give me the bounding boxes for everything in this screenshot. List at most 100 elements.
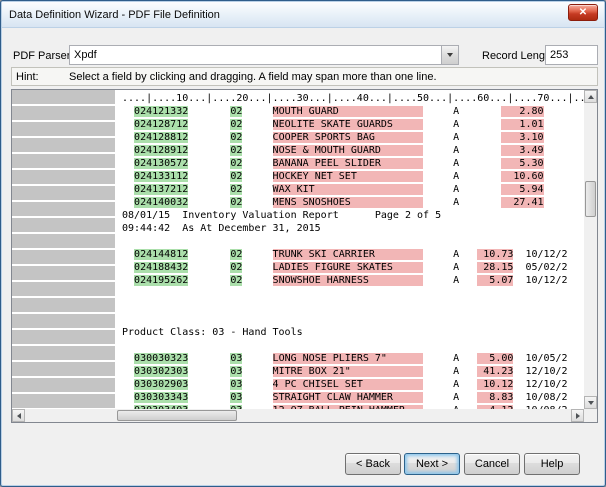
field-highlight-green[interactable]: 02 [230, 145, 242, 156]
preview-line: Product Class: 03 - Hand Tools [122, 326, 584, 339]
preview-lines: 024121332 02 MOUTH GUARD A 2.80 02412871… [122, 105, 584, 409]
close-icon: ✕ [579, 7, 587, 18]
vertical-scroll-track[interactable] [584, 103, 597, 396]
field-highlight-green[interactable]: 030303343 [134, 392, 188, 403]
close-button[interactable]: ✕ [568, 4, 598, 21]
field-highlight-pink[interactable]: 4 PC CHISEL SET [273, 379, 424, 390]
scrollbar-corner [584, 409, 597, 422]
field-highlight-pink[interactable]: HOCKEY NET SET [273, 171, 424, 182]
field-highlight-green[interactable]: 03 [230, 366, 242, 377]
pdf-parser-select[interactable]: Xpdf [69, 45, 459, 65]
vertical-scroll-thumb[interactable] [585, 181, 596, 217]
field-highlight-green[interactable]: 024128912 [134, 145, 188, 156]
field-highlight-green[interactable]: 024128712 [134, 119, 188, 130]
field-highlight-pink[interactable]: 3.10 [501, 132, 543, 143]
field-highlight-green[interactable]: 024140032 [134, 197, 188, 208]
horizontal-scroll-track[interactable] [25, 409, 571, 422]
dropdown-button[interactable] [441, 46, 458, 64]
preview-line: 024128712 02 NEOLITE SKATE GUARDS A 1.01 [122, 118, 584, 131]
field-highlight-green[interactable]: 024133112 [134, 171, 188, 182]
field-highlight-pink[interactable]: LADIES FIGURE SKATES [273, 262, 424, 273]
record-length-label: Record Length [482, 50, 554, 62]
field-highlight-pink[interactable]: STRAIGHT CLAW HAMMER [273, 392, 424, 403]
field-list-panel[interactable] [12, 90, 117, 409]
cancel-button[interactable]: Cancel [464, 453, 520, 475]
field-highlight-green[interactable]: 030302303 [134, 366, 188, 377]
preview-line [122, 300, 584, 313]
scroll-left-button[interactable] [12, 409, 25, 422]
field-highlight-green[interactable]: 02 [230, 158, 242, 169]
field-highlight-green[interactable]: 02 [230, 132, 242, 143]
vertical-scrollbar[interactable] [584, 90, 597, 409]
field-highlight-green[interactable]: 030030323 [134, 353, 188, 364]
field-highlight-pink[interactable]: MOUTH GUARD [273, 106, 424, 117]
record-length-input[interactable] [545, 45, 598, 65]
chevron-down-icon [447, 53, 453, 57]
field-highlight-pink[interactable]: 5.94 [501, 184, 543, 195]
scroll-right-button[interactable] [571, 409, 584, 422]
field-highlight-pink[interactable]: COOPER SPORTS BAG [273, 132, 424, 143]
field-highlight-pink[interactable]: MENS SNOSHOES [273, 197, 424, 208]
field-highlight-pink[interactable]: 5.07 [477, 275, 513, 286]
arrow-left-icon [17, 413, 21, 419]
field-highlight-green[interactable]: 02 [230, 197, 242, 208]
pdf-preview[interactable]: ....|....10...|....20...|....30...|....4… [119, 90, 584, 409]
field-highlight-green[interactable]: 024144812 [134, 249, 188, 260]
field-highlight-pink[interactable]: 10.60 [501, 171, 543, 182]
field-highlight-pink[interactable]: WAX KIT [273, 184, 424, 195]
field-highlight-green[interactable]: 024130572 [134, 158, 188, 169]
field-highlight-pink[interactable]: 1.01 [501, 119, 543, 130]
field-highlight-green[interactable]: 02 [230, 249, 242, 260]
field-highlight-pink[interactable]: 2.80 [501, 106, 543, 117]
preview-line: 030302303 03 MITRE BOX 21" A 41.23 12/10… [122, 365, 584, 378]
field-highlight-pink[interactable]: 8.83 [477, 392, 513, 403]
field-highlight-green[interactable]: 02 [230, 171, 242, 182]
horizontal-scrollbar[interactable] [12, 409, 584, 422]
field-highlight-pink[interactable]: LONG NOSE PLIERS 7" [273, 353, 424, 364]
field-highlight-green[interactable]: 024121332 [134, 106, 188, 117]
field-highlight-green[interactable]: 024137212 [134, 184, 188, 195]
column-ruler: ....|....10...|....20...|....30...|....4… [122, 92, 584, 105]
scroll-up-button[interactable] [584, 90, 597, 103]
field-highlight-pink[interactable]: MITRE BOX 21" [273, 366, 424, 377]
field-highlight-green[interactable]: 03 [230, 379, 242, 390]
field-highlight-pink[interactable]: 5.00 [477, 353, 513, 364]
field-highlight-green[interactable]: 03 [230, 392, 242, 403]
next-button[interactable]: Next > [404, 453, 460, 475]
preview-line: 024137212 02 WAX KIT A 5.94 [122, 183, 584, 196]
field-highlight-pink[interactable]: SNOWSHOE HARNESS [273, 275, 424, 286]
field-highlight-green[interactable]: 02 [230, 184, 242, 195]
field-highlight-green[interactable]: 03 [230, 353, 242, 364]
help-button[interactable]: Help [524, 453, 580, 475]
field-highlight-pink[interactable]: BANANA PEEL SLIDER [273, 158, 424, 169]
field-highlight-green[interactable]: 024195262 [134, 275, 188, 286]
field-highlight-green[interactable]: 02 [230, 262, 242, 273]
field-highlight-pink[interactable]: 10.73 [477, 249, 513, 260]
preview-line [122, 339, 584, 352]
field-highlight-green[interactable]: 02 [230, 275, 242, 286]
horizontal-scroll-thumb[interactable] [117, 410, 237, 421]
field-highlight-green[interactable]: 030302903 [134, 379, 188, 390]
back-button[interactable]: < Back [345, 453, 401, 475]
hint-text: Select a field by clicking and dragging.… [69, 71, 437, 83]
titlebar: Data Definition Wizard - PDF File Defini… [2, 2, 604, 28]
arrow-up-icon [588, 95, 594, 99]
field-highlight-pink[interactable]: 5.30 [501, 158, 543, 169]
hint-box: Hint: Select a field by clicking and dra… [11, 67, 598, 86]
field-highlight-green[interactable]: 02 [230, 106, 242, 117]
field-highlight-pink[interactable]: TRUNK SKI CARRIER [273, 249, 424, 260]
field-highlight-green[interactable]: 024128812 [134, 132, 188, 143]
dialog-window: Data Definition Wizard - PDF File Defini… [0, 0, 606, 487]
field-highlight-pink[interactable]: 3.49 [501, 145, 543, 156]
scroll-down-button[interactable] [584, 396, 597, 409]
field-highlight-green[interactable]: 02 [230, 119, 242, 130]
preview-line: 030303343 03 STRAIGHT CLAW HAMMER A 8.83… [122, 391, 584, 404]
field-highlight-pink[interactable]: 41.23 [477, 366, 513, 377]
field-highlight-pink[interactable]: 28.15 [477, 262, 513, 273]
field-highlight-pink[interactable]: NEOLITE SKATE GUARDS [273, 119, 424, 130]
field-highlight-green[interactable]: 024188432 [134, 262, 188, 273]
preview-line: 024144812 02 TRUNK SKI CARRIER A 10.73 1… [122, 248, 584, 261]
field-highlight-pink[interactable]: 27.41 [501, 197, 543, 208]
field-highlight-pink[interactable]: 10.12 [477, 379, 513, 390]
field-highlight-pink[interactable]: NOSE & MOUTH GUARD [273, 145, 424, 156]
